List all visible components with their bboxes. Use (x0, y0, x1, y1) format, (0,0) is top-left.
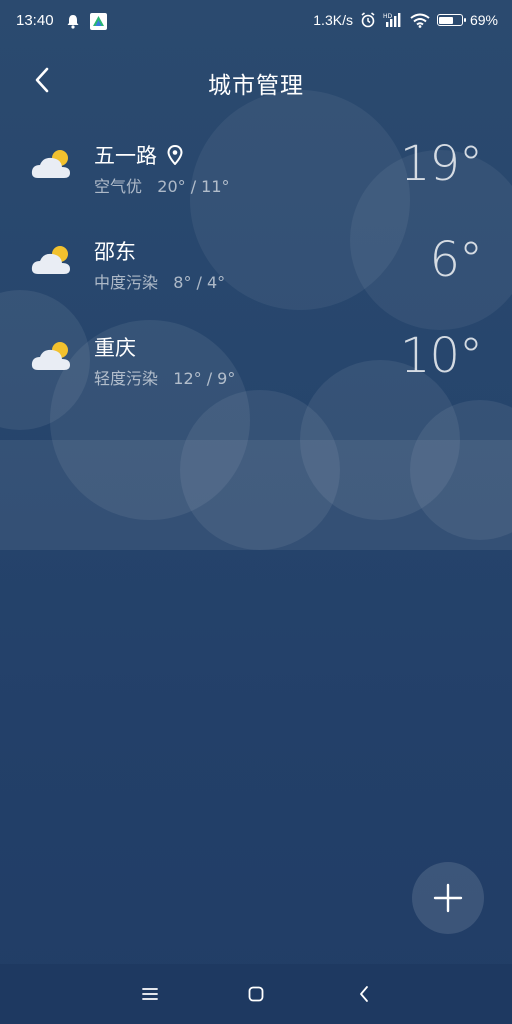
wifi-icon (410, 13, 430, 28)
city-item[interactable]: 五一路 空气优 20° / 11° 19° (0, 128, 512, 224)
city-temperature: 10° (399, 328, 483, 384)
partly-cloudy-icon (31, 150, 70, 178)
city-name: 重庆 (94, 336, 136, 360)
menu-icon (142, 988, 158, 1000)
city-air-quality: 空气优 20° / 11° (94, 177, 230, 196)
city-name: 邵东 (94, 240, 136, 264)
partly-cloudy-icon (31, 342, 70, 370)
city-temperature: 6° (429, 232, 483, 288)
status-time: 13:40 (16, 12, 54, 29)
nav-menu-button[interactable] (134, 978, 166, 1010)
bell-icon (67, 15, 79, 29)
city-air-quality: 轻度污染 12° / 9° (94, 369, 236, 388)
plus-icon (433, 883, 463, 913)
status-bar: 13:40 1.3K/s HD 69% (0, 0, 512, 44)
location-pin-icon (167, 145, 183, 165)
svg-text:HD: HD (383, 13, 393, 20)
net-speed: 1.3K/s (313, 12, 353, 28)
battery-percent: 69% (469, 12, 498, 28)
nav-home-button[interactable] (240, 978, 272, 1010)
partly-cloudy-icon (31, 246, 70, 274)
alarm-icon (361, 12, 375, 28)
page-title: 城市管理 (208, 73, 304, 99)
city-air-quality: 中度污染 8° / 4° (94, 273, 226, 292)
city-item[interactable]: 邵东 中度污染 8° / 4° 6° (0, 224, 512, 320)
city-item[interactable]: 重庆 轻度污染 12° / 9° 10° (0, 320, 512, 416)
navigation-bar (0, 964, 512, 1024)
city-temperature: 19° (399, 136, 483, 192)
back-icon (360, 986, 368, 1002)
city-name: 五一路 (94, 144, 157, 168)
header: 城市管理 (0, 52, 512, 108)
city-list: 五一路 空气优 20° / 11° 19° 邵东 中度污染 8° / 4° 6°… (0, 128, 512, 416)
nav-back-button[interactable] (348, 978, 380, 1010)
hd-signal-icon: HD (383, 13, 401, 27)
add-city-button[interactable] (412, 862, 484, 934)
app-notification-icon (90, 13, 107, 30)
battery-icon (436, 14, 466, 26)
home-icon (248, 986, 264, 1002)
